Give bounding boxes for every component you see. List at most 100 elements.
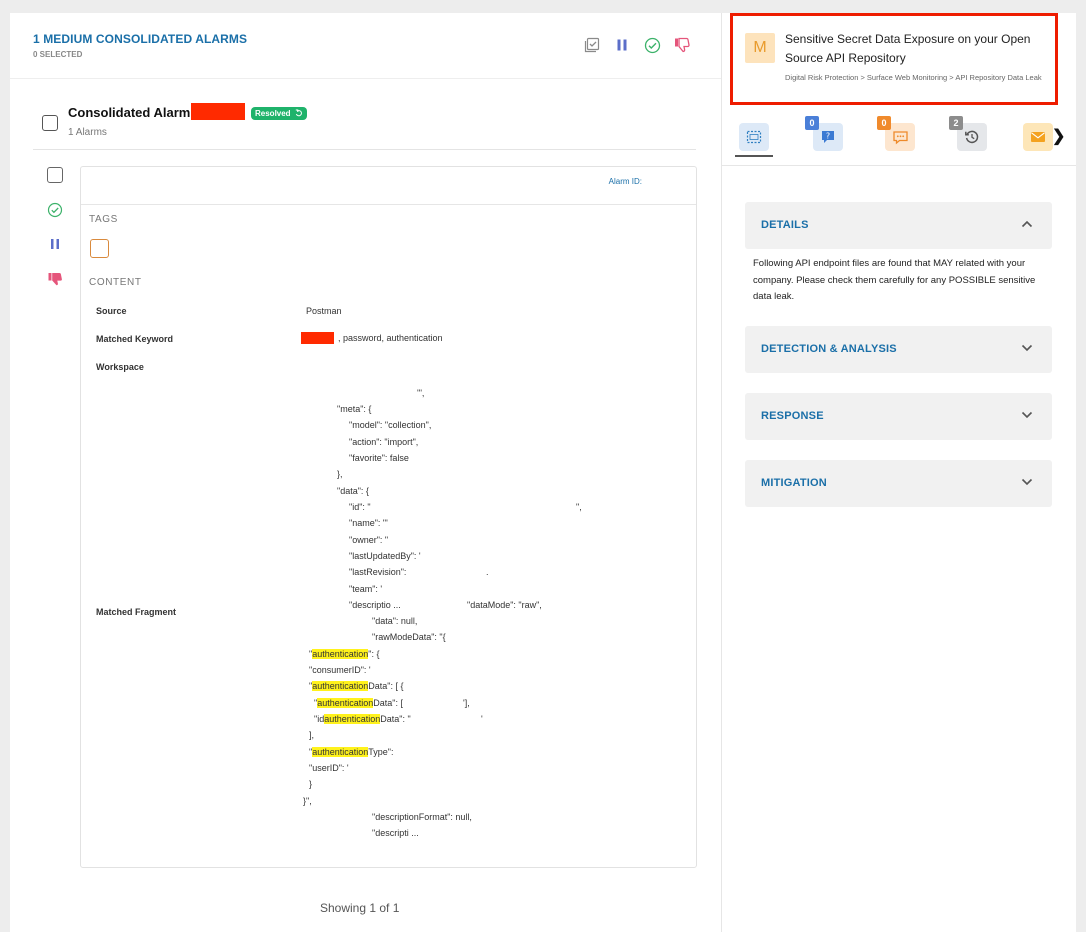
alarm-card: Alarm ID: TAGS CONTENT Source Postman Ma… (80, 166, 697, 868)
accordion-response[interactable]: RESPONSE (745, 393, 1052, 440)
comments-badge: 0 (877, 116, 891, 130)
fragment-line: }", (303, 796, 312, 806)
alarms-count-title: 1 MEDIUM CONSOLIDATED ALARMS (33, 32, 248, 46)
check-circle-icon[interactable] (643, 36, 661, 54)
fragment-line: "rawModeData": "{ (372, 632, 446, 642)
fragment-line: "meta": { (337, 404, 372, 414)
pagination-status: Showing 1 of 1 (320, 901, 400, 915)
alarm-id-label: Alarm ID: (608, 177, 642, 186)
fragment-line: "lastRevision": (349, 567, 407, 577)
fragment-line: "descriptio ... (349, 600, 401, 610)
accordion-detection-analysis[interactable]: DETECTION & ANALYSIS (745, 326, 1052, 373)
fragment-line: "authenticationData": [ (314, 698, 403, 708)
accordion-mitigation[interactable]: MITIGATION (745, 460, 1052, 507)
fragment-line: '", (417, 388, 425, 398)
thumbs-down-icon[interactable] (46, 270, 64, 288)
tab-comments[interactable]: 0 (877, 116, 915, 151)
fragment-line: } (309, 779, 313, 789)
row-checkbox-wrap[interactable] (46, 166, 64, 184)
alarm-title: Sensitive Secret Data Exposure on your O… (785, 32, 1031, 65)
fragment-line: "data": null, (372, 616, 418, 626)
fragment-line: "favorite": false (349, 453, 409, 463)
keyword-highlight: authentication (312, 649, 369, 659)
header-divider (10, 78, 721, 79)
consolidated-divider (33, 149, 696, 150)
active-tab-underline (735, 155, 773, 157)
workspace-label: Workspace (96, 362, 144, 372)
fragment-line: "id": " (349, 502, 371, 512)
fragment-line: ", (576, 502, 582, 512)
fragment-line: "owner": " (349, 535, 389, 545)
chevron-down-icon[interactable] (1020, 475, 1034, 489)
details-title: DETAILS (761, 219, 809, 231)
fragment-line: "dataMode": "raw", (467, 600, 542, 610)
consolidated-alarm-checkbox[interactable] (42, 115, 58, 131)
undo-icon (295, 109, 302, 117)
fragment-line: "descripti ... (372, 828, 419, 838)
redacted-alarm-name (191, 103, 245, 120)
keyword-highlight: authentication (312, 747, 369, 757)
chevron-up-icon[interactable] (1020, 217, 1034, 231)
bulk-actions (583, 36, 691, 54)
details-description: Following API endpoint files are found t… (753, 258, 1036, 302)
fragment-line: }, (337, 469, 343, 479)
tab-mail[interactable] (1023, 123, 1053, 151)
history-badge: 2 (949, 116, 963, 130)
alarm-category-path: Digital Risk Protection > Surface Web Mo… (785, 73, 1042, 82)
selected-count: 0 SELECTED (33, 50, 83, 59)
fragment-line: "userID": ' (309, 763, 349, 773)
status-badge-label: Resolved (255, 109, 291, 118)
alarm-header: M Sensitive Secret Data Exposure on your… (730, 13, 1058, 105)
accordion-details[interactable]: DETAILS (745, 202, 1052, 249)
content-label: CONTENT (89, 277, 142, 288)
question-icon: ? (822, 131, 834, 143)
chevron-right-icon[interactable]: ❯ (1052, 126, 1065, 146)
questions-badge: 0 (805, 116, 819, 130)
keyword-highlight: authentication (317, 698, 374, 708)
fragment-line: "authenticationType": (309, 747, 394, 757)
tab-history[interactable]: 2 (949, 116, 987, 151)
fragment-line: "team": ' (349, 584, 383, 594)
comment-icon (892, 130, 908, 144)
matched-keyword-value: , password, authentication (338, 333, 443, 343)
fragment-line: . (486, 567, 489, 577)
detail-tabs: 0 ? 0 2 (722, 113, 1076, 165)
fragment-line: "authentication": { (309, 649, 380, 659)
thumbs-down-icon[interactable] (673, 36, 691, 54)
fragment-line: "idauthenticationData": " (314, 714, 411, 724)
fragment-line: "lastUpdatedBy": ' (349, 551, 421, 561)
alarms-count: 1 Alarms (68, 127, 107, 138)
pause-icon[interactable] (46, 235, 64, 253)
matched-keyword-label: Matched Keyword (96, 334, 174, 344)
fragment-line: "action": "import", (349, 437, 419, 447)
keyword-highlight: authentication (312, 681, 369, 691)
resolve-icon[interactable] (46, 201, 64, 219)
status-badge[interactable]: Resolved (251, 107, 307, 120)
mitigation-title: MITIGATION (761, 477, 827, 489)
redacted-keyword (301, 332, 334, 344)
tab-details[interactable] (735, 123, 773, 157)
details-frame-icon (746, 130, 762, 144)
fragment-line: '], (463, 698, 470, 708)
source-label: Source (96, 306, 127, 316)
tags-label: TAGS (89, 214, 118, 225)
consolidated-alarm-title: Consolidated Alarm (68, 105, 191, 120)
fragment-line: "authenticationData": [ { (309, 681, 404, 691)
fragment-line: "data": { (337, 486, 369, 496)
chevron-down-icon[interactable] (1020, 408, 1034, 422)
response-title: RESPONSE (761, 410, 824, 422)
svg-text:?: ? (826, 132, 830, 141)
row-checkbox[interactable] (47, 167, 63, 183)
keyword-highlight: authentication (324, 714, 381, 724)
matched-fragment-label: Matched Fragment (96, 607, 177, 617)
tab-questions[interactable]: 0 ? (805, 116, 843, 151)
alarms-panel: 1 MEDIUM CONSOLIDATED ALARMS 0 SELECTED … (10, 13, 722, 932)
fragment-line: ' (481, 714, 483, 724)
add-tag-button[interactable] (90, 239, 109, 258)
tabs-divider (722, 165, 1076, 166)
history-icon (965, 130, 979, 144)
select-all-icon[interactable] (583, 36, 601, 54)
pause-icon[interactable] (613, 36, 631, 54)
detection-title: DETECTION & ANALYSIS (761, 343, 897, 355)
chevron-down-icon[interactable] (1020, 341, 1034, 355)
